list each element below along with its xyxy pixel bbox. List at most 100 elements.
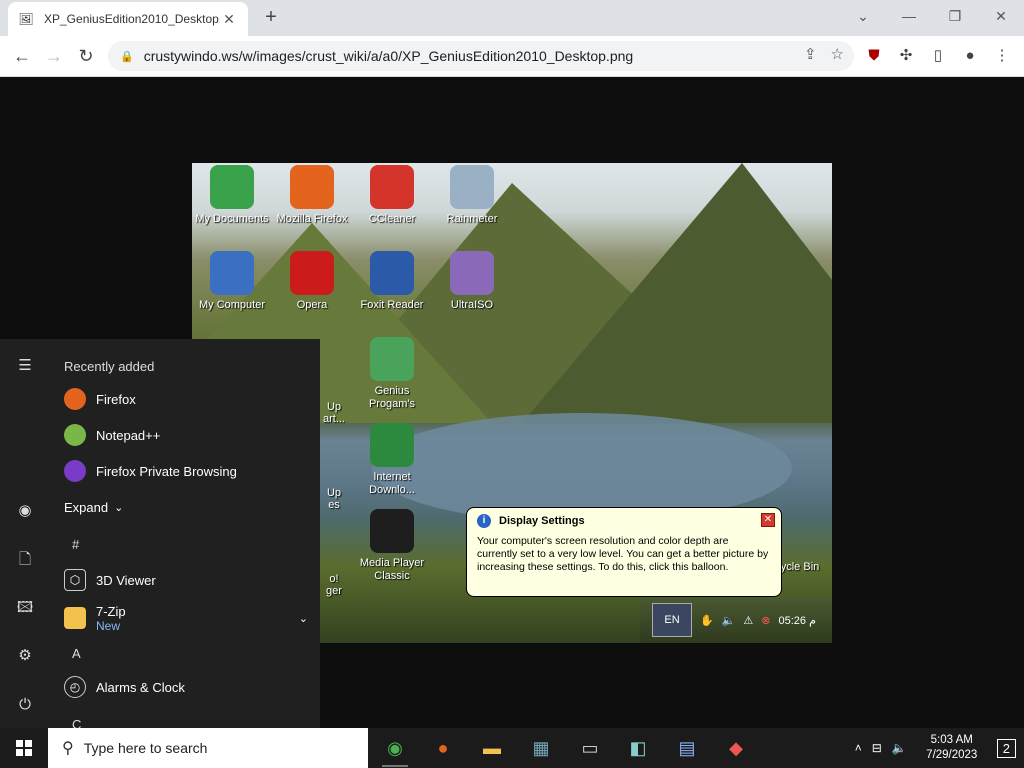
store-icon: ▦	[532, 737, 550, 758]
expand-label: Expand	[64, 499, 109, 515]
start-menu-app-list: Recently added Firefox Notepad++ Firefox P…	[50, 339, 320, 728]
extensions-icon[interactable]: ✣	[894, 44, 918, 68]
desktop-icon[interactable]: Rainmeter	[432, 165, 512, 226]
taskbar-app[interactable]: ▤	[664, 728, 710, 768]
forward-button[interactable]: →	[42, 44, 66, 68]
language-indicator[interactable]: EN	[652, 603, 692, 637]
tab-search-icon[interactable]: ⌄	[848, 4, 878, 28]
app-7zip[interactable]: 7-Zip New ⌄	[64, 600, 320, 636]
desktop-icon-label: Internet Downlo...	[369, 471, 415, 496]
documents-icon[interactable]: 🗋	[13, 548, 37, 572]
reload-button[interactable]: ↻	[74, 44, 98, 68]
menu-kebab-icon[interactable]: ⋮	[990, 44, 1014, 68]
chrome-icon: ◉	[387, 737, 403, 758]
taskbar-terminal[interactable]: ▭	[567, 728, 613, 768]
folder-icon	[64, 607, 86, 629]
new-tab-button[interactable]: +	[260, 6, 282, 28]
firefox-icon: ●	[437, 737, 449, 758]
desktop-icon-label: Mozilla Firefox	[276, 213, 348, 225]
start-menu-rail: ☰ ◉ 🗋 🖾 ⚙ ⏻	[0, 339, 50, 728]
share-icon[interactable]: ⇪	[804, 45, 817, 63]
desktop-app-icon	[370, 337, 414, 381]
close-tab-icon[interactable]: ✕	[220, 11, 238, 28]
bookmark-star-icon[interactable]: ☆	[831, 45, 844, 63]
browser-tab[interactable]: 🖼 XP_GeniusEdition2010_Desktop.p ✕	[8, 2, 248, 36]
taskbar-app[interactable]: ◆	[713, 728, 759, 768]
notification-icon[interactable]: 2	[996, 738, 1016, 758]
profile-avatar-icon[interactable]: ●	[958, 44, 982, 68]
desktop-app-icon	[370, 251, 414, 295]
taskbar-file-explorer[interactable]: ▬	[469, 728, 515, 768]
desktop-icon[interactable]: Genius Progam's	[352, 337, 432, 411]
display-settings-balloon[interactable]: i Display Settings Your computer's scree…	[466, 507, 782, 608]
taskbar-clock[interactable]: 5:03 AM 7/29/2023	[917, 733, 987, 763]
app-3d-viewer[interactable]: ⬡ 3D Viewer	[64, 564, 320, 596]
app-label: Alarms & Clock	[96, 679, 185, 695]
xp-system-tray: EN ✋ 🔈 ⚠ ⊗ 05:26 م	[640, 597, 832, 643]
balloon-close-icon[interactable]: ✕	[761, 513, 775, 527]
error-icon[interactable]: ⊗	[761, 614, 770, 627]
taskbar-search-box[interactable]: ⚲ Type here to search	[48, 728, 368, 768]
network-icon[interactable]: ⊟	[872, 741, 882, 755]
chevron-down-icon: ⌄	[114, 501, 124, 514]
recent-app-item[interactable]: Firefox Private Browsing	[64, 455, 320, 487]
side-panel-icon[interactable]: ▯	[926, 44, 950, 68]
back-button[interactable]: ←	[10, 44, 34, 68]
desktop-icon[interactable]: UltraISO	[432, 251, 512, 312]
windows-taskbar: ⚲ Type here to search ◉ ● ▬ ▦ ▭ ◧ ▤ ◆ ˄ …	[0, 728, 1024, 768]
chevron-up-icon[interactable]: ˄	[855, 741, 862, 755]
minimize-button[interactable]: —	[894, 4, 924, 28]
letter-header-c[interactable]: C	[72, 717, 81, 728]
volume-icon[interactable]: 🔈	[892, 741, 907, 755]
mountain-shape	[522, 163, 832, 423]
taskbar-chrome[interactable]: ◉	[372, 728, 418, 768]
browser-window: 🖼 XP_GeniusEdition2010_Desktop.p ✕ + ⌄ —…	[0, 0, 1024, 77]
taskbar-store[interactable]: ▦	[518, 728, 564, 768]
desktop-icon[interactable]: My Documents	[192, 165, 272, 226]
app-label: 3D Viewer	[96, 572, 156, 588]
settings-gear-icon[interactable]: ⚙	[13, 644, 37, 668]
desktop-icon[interactable]: My Computer	[192, 251, 272, 312]
desktop-app-icon	[290, 165, 334, 209]
notebook-icon: ◧	[629, 737, 647, 758]
network-icon[interactable]: ⚠	[743, 614, 753, 627]
desktop-icon[interactable]: Foxit Reader	[352, 251, 432, 312]
terminal-icon: ▭	[581, 737, 599, 758]
taskbar-app[interactable]: ◧	[615, 728, 661, 768]
desktop-icon[interactable]: Opera	[272, 251, 352, 312]
recent-app-item[interactable]: Firefox	[64, 383, 320, 415]
app-alarms-clock[interactable]: ◴ Alarms & Clock	[64, 671, 320, 703]
chevron-down-icon[interactable]: ⌄	[299, 612, 308, 625]
desktop-icon-label: Foxit Reader	[360, 299, 424, 311]
3d-viewer-icon: ⬡	[64, 569, 86, 591]
volume-icon[interactable]: 🔈	[722, 614, 736, 627]
start-menu: ☰ ◉ 🗋 🖾 ⚙ ⏻ Recently added Firefox Notepa…	[0, 339, 320, 728]
tray-app-icon[interactable]: ✋	[700, 614, 714, 627]
page-favicon: 🖼	[18, 12, 34, 26]
app-icon: ◆	[729, 737, 743, 758]
power-icon[interactable]: ⏻	[13, 693, 37, 717]
desktop-app-icon	[370, 509, 414, 553]
close-window-button[interactable]: ✕	[986, 4, 1016, 28]
ublock-extension-icon[interactable]: ⛊	[862, 44, 886, 68]
desktop-icon-label: Rainmeter	[446, 213, 498, 225]
desktop-icon[interactable]: Mozilla Firefox	[272, 165, 352, 226]
pictures-icon[interactable]: 🖾	[13, 596, 37, 620]
notepadpp-icon	[64, 424, 86, 446]
desktop-icon[interactable]: Internet Downlo...	[352, 423, 432, 497]
address-bar[interactable]: 🔒 crustywindo.ws/w/images/crust_wiki/a/a…	[108, 41, 854, 71]
expand-button[interactable]: Expand ⌄	[64, 491, 320, 523]
start-button[interactable]	[0, 728, 48, 768]
letter-header-hash[interactable]: #	[72, 537, 79, 552]
desktop-app-icon	[450, 251, 494, 295]
app-label: 7-Zip	[96, 603, 126, 619]
hamburger-menu-icon[interactable]: ☰	[13, 354, 37, 378]
recent-app-item[interactable]: Notepad++	[64, 419, 320, 451]
balloon-body: Your computer's screen resolution and co…	[477, 535, 769, 573]
user-account-icon[interactable]: ◉	[13, 499, 37, 523]
desktop-icon[interactable]: Media Player Classic	[352, 509, 432, 583]
letter-header-a[interactable]: A	[72, 646, 81, 661]
desktop-icon[interactable]: CCleaner	[352, 165, 432, 226]
restore-button[interactable]: ❐	[940, 4, 970, 28]
taskbar-firefox[interactable]: ●	[420, 728, 466, 768]
